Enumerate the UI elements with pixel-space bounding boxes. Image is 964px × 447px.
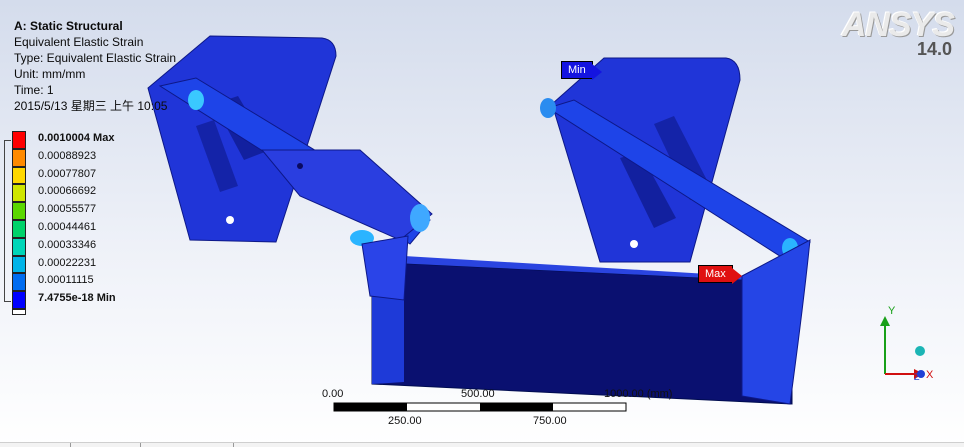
triad-z-label: Z	[914, 372, 920, 382]
max-probe-tag[interactable]: Max	[698, 265, 742, 284]
axis-triad[interactable]: Y X Z	[0, 0, 964, 446]
triad-iso-ball	[915, 346, 925, 356]
graphics-viewport[interactable]: A: Static Structural Equivalent Elastic …	[0, 0, 964, 446]
triad-x-label: X	[926, 369, 934, 381]
triad-y-label: Y	[888, 305, 896, 317]
min-probe-tag[interactable]: Min	[561, 61, 602, 80]
status-strip	[0, 442, 964, 447]
